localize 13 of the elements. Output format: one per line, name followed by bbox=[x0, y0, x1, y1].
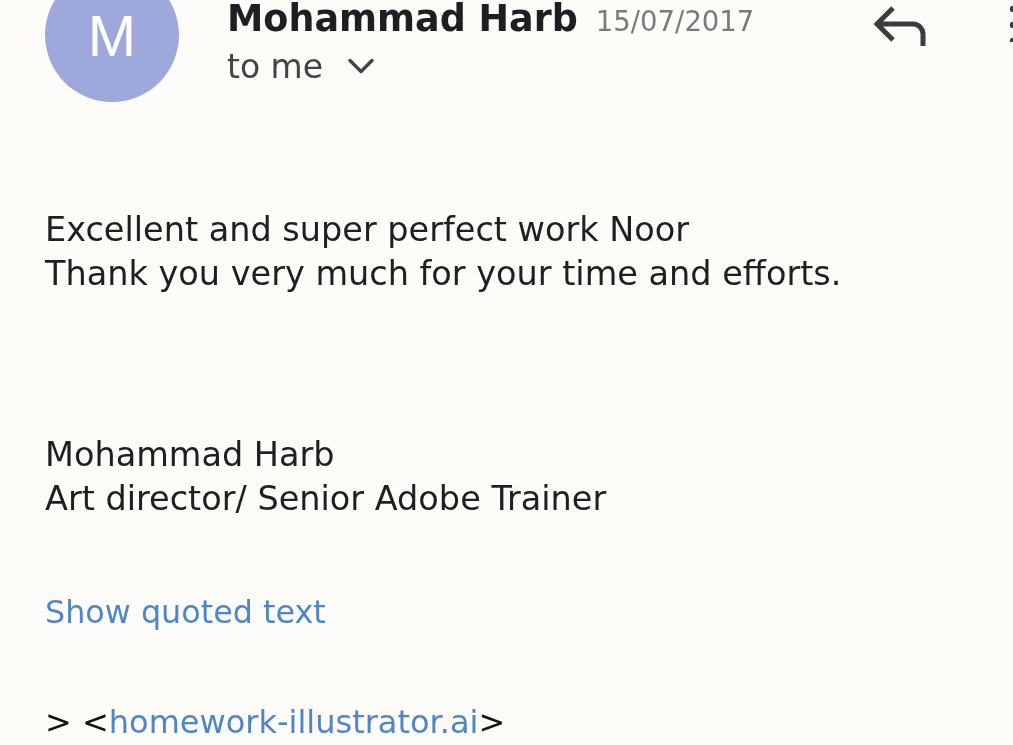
reply-icon[interactable] bbox=[873, 5, 927, 47]
message-text: Excellent and super perfect work Noor bbox=[45, 209, 690, 251]
recipient-button[interactable]: to me bbox=[227, 44, 755, 88]
attachment-line: > <homework-illustrator.ai> bbox=[45, 702, 506, 743]
message-date: 15/07/2017 bbox=[595, 4, 755, 39]
attachment-link[interactable]: homework-illustrator.ai bbox=[108, 703, 479, 741]
more-icon[interactable] bbox=[1008, 4, 1013, 42]
message-text: Art director/ Senior Adobe Trainer bbox=[45, 478, 607, 520]
avatar: M bbox=[45, 0, 179, 102]
message-text: Thank you very much for your time and efforts. bbox=[45, 253, 842, 295]
sender-name: Mohammad Harb bbox=[227, 0, 578, 38]
show-quoted-text-link[interactable]: Show quoted text bbox=[45, 590, 326, 634]
message-text: Mohammad Harb bbox=[45, 434, 335, 476]
